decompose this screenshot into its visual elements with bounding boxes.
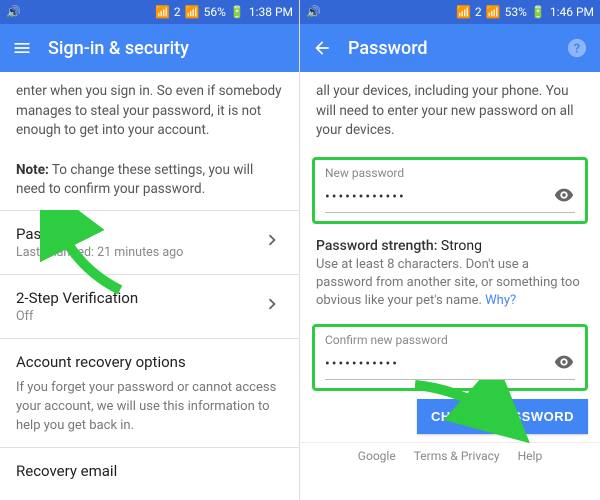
note-text: Note: To change these settings, you will… xyxy=(0,151,299,210)
sim-indicator: 2 xyxy=(174,5,181,19)
clock: 1:46 PM xyxy=(550,5,594,19)
confirm-password-label: Confirm new password xyxy=(325,333,575,347)
clock: 1:38 PM xyxy=(249,5,293,19)
wifi-icon: 📶 xyxy=(155,5,170,19)
note-body: To change these settings, you will need … xyxy=(16,162,253,198)
password-strength: Password strength: Strong xyxy=(300,230,600,256)
intro-text: enter when you sign in. So even if someb… xyxy=(0,72,299,151)
battery-pct: 56% xyxy=(204,5,226,19)
signal-icon: 📶 xyxy=(486,5,501,19)
page-title: Password xyxy=(348,38,550,59)
menu-icon[interactable] xyxy=(12,38,32,58)
new-password-label: New password xyxy=(325,166,575,180)
battery-pct: 53% xyxy=(505,5,527,19)
row-password[interactable]: Password Last changed: 21 minutes ago xyxy=(0,211,299,274)
note-label: Note: xyxy=(16,162,49,178)
sim-indicator: 2 xyxy=(475,5,482,19)
password-strength-value: Strong xyxy=(441,238,482,254)
row-password-title: Password xyxy=(16,225,183,243)
screen-change-password: 🔊 📶 2 📶 53% 🔋 1:46 PM Password ? all you… xyxy=(300,0,600,500)
signal-icon: 📶 xyxy=(185,5,200,19)
password-hint: Use at least 8 characters. Don't use a p… xyxy=(300,256,600,319)
footer-terms[interactable]: Terms & Privacy xyxy=(414,449,500,463)
visibility-toggle-icon[interactable] xyxy=(553,351,575,377)
row-password-subtitle: Last changed: 21 minutes ago xyxy=(16,245,183,260)
recovery-desc: If you forget your password or cannot ac… xyxy=(0,375,299,448)
row-recovery-email[interactable]: Recovery email xyxy=(0,448,299,480)
status-bar: 🔊 📶 2 📶 56% 🔋 1:38 PM xyxy=(0,0,299,24)
app-bar: Sign-in & security xyxy=(0,24,299,72)
app-bar: Password ? xyxy=(300,24,600,72)
help-icon[interactable]: ? xyxy=(566,37,588,59)
battery-icon: 🔋 xyxy=(230,5,245,19)
password-strength-label: Password strength: xyxy=(316,238,437,254)
confirm-password-field-highlight: Confirm new password xyxy=(312,324,588,391)
chevron-right-icon xyxy=(261,293,283,319)
screen-signin-security: 🔊 📶 2 📶 56% 🔋 1:38 PM Sign-in & security… xyxy=(0,0,300,500)
footer-google[interactable]: Google xyxy=(358,449,396,463)
volume-icon: 🔊 xyxy=(6,5,21,19)
footer-help[interactable]: Help xyxy=(518,449,543,463)
confirm-password-input[interactable] xyxy=(325,356,545,372)
row-two-step-title: 2-Step Verification xyxy=(16,289,138,307)
volume-icon: 🔊 xyxy=(306,5,321,19)
page-title: Sign-in & security xyxy=(48,38,287,59)
why-link[interactable]: Why? xyxy=(485,293,516,308)
recovery-heading: Account recovery options xyxy=(0,339,299,375)
change-password-button[interactable]: CHANGE PASSWORD xyxy=(417,399,588,434)
chevron-right-icon xyxy=(261,229,283,255)
row-two-step[interactable]: 2-Step Verification Off xyxy=(0,275,299,338)
status-bar: 🔊 📶 2 📶 53% 🔋 1:46 PM xyxy=(300,0,600,24)
intro-text: all your devices, including your phone. … xyxy=(300,72,600,151)
svg-text:?: ? xyxy=(574,42,580,57)
password-hint-text: Use at least 8 characters. Don't use a p… xyxy=(316,257,580,308)
row-recovery-email-title: Recovery email xyxy=(16,462,117,480)
footer-links: Google Terms & Privacy Help xyxy=(300,442,600,473)
visibility-toggle-icon[interactable] xyxy=(553,184,575,210)
battery-icon: 🔋 xyxy=(531,5,546,19)
new-password-field-highlight: New password xyxy=(312,157,588,224)
back-icon[interactable] xyxy=(312,38,332,58)
new-password-input[interactable] xyxy=(325,189,545,205)
row-two-step-subtitle: Off xyxy=(16,309,138,324)
wifi-icon: 📶 xyxy=(456,5,471,19)
